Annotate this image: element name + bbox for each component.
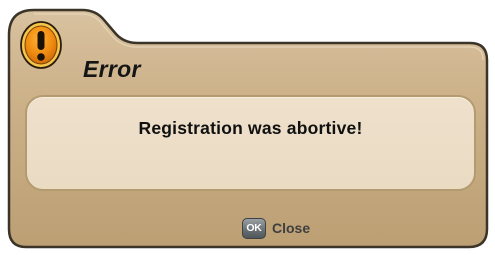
ok-key-icon: OK (242, 217, 266, 239)
close-button[interactable]: OK Close (242, 217, 310, 239)
message-panel: Registration was abortive! (25, 95, 476, 191)
exclamation-warning-icon (20, 21, 62, 69)
close-label: Close (272, 220, 311, 236)
dialog-title: Error (83, 56, 141, 82)
error-message: Registration was abortive! (138, 118, 363, 138)
